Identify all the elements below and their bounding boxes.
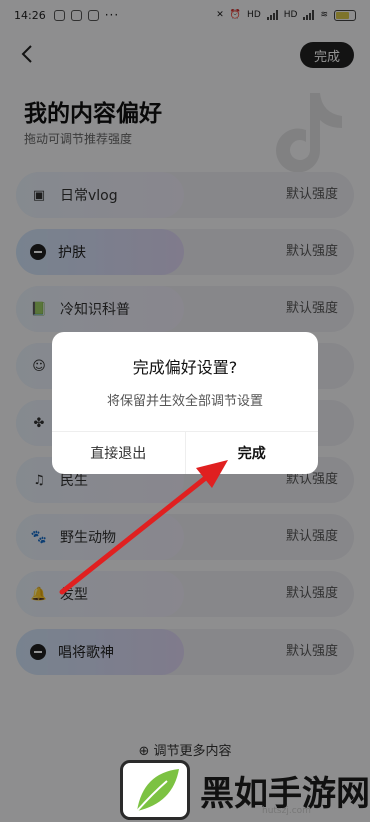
exit-button[interactable]: 直接退出 [52, 432, 186, 474]
watermark-banner: 黑如手游网 hutszj.com [112, 756, 370, 822]
watermark-url: hutszj.com [262, 806, 311, 816]
leaf-logo-icon [120, 760, 190, 820]
dialog-message: 将保留并生效全部调节设置 [106, 394, 263, 409]
dialog-title: 完成偏好设置? [132, 358, 238, 377]
finish-button[interactable]: 完成 [186, 432, 319, 474]
dialog-buttons: 直接退出 完成 [52, 431, 318, 474]
confirm-dialog: 完成偏好设置? 将保留并生效全部调节设置 直接退出 完成 [52, 332, 318, 474]
